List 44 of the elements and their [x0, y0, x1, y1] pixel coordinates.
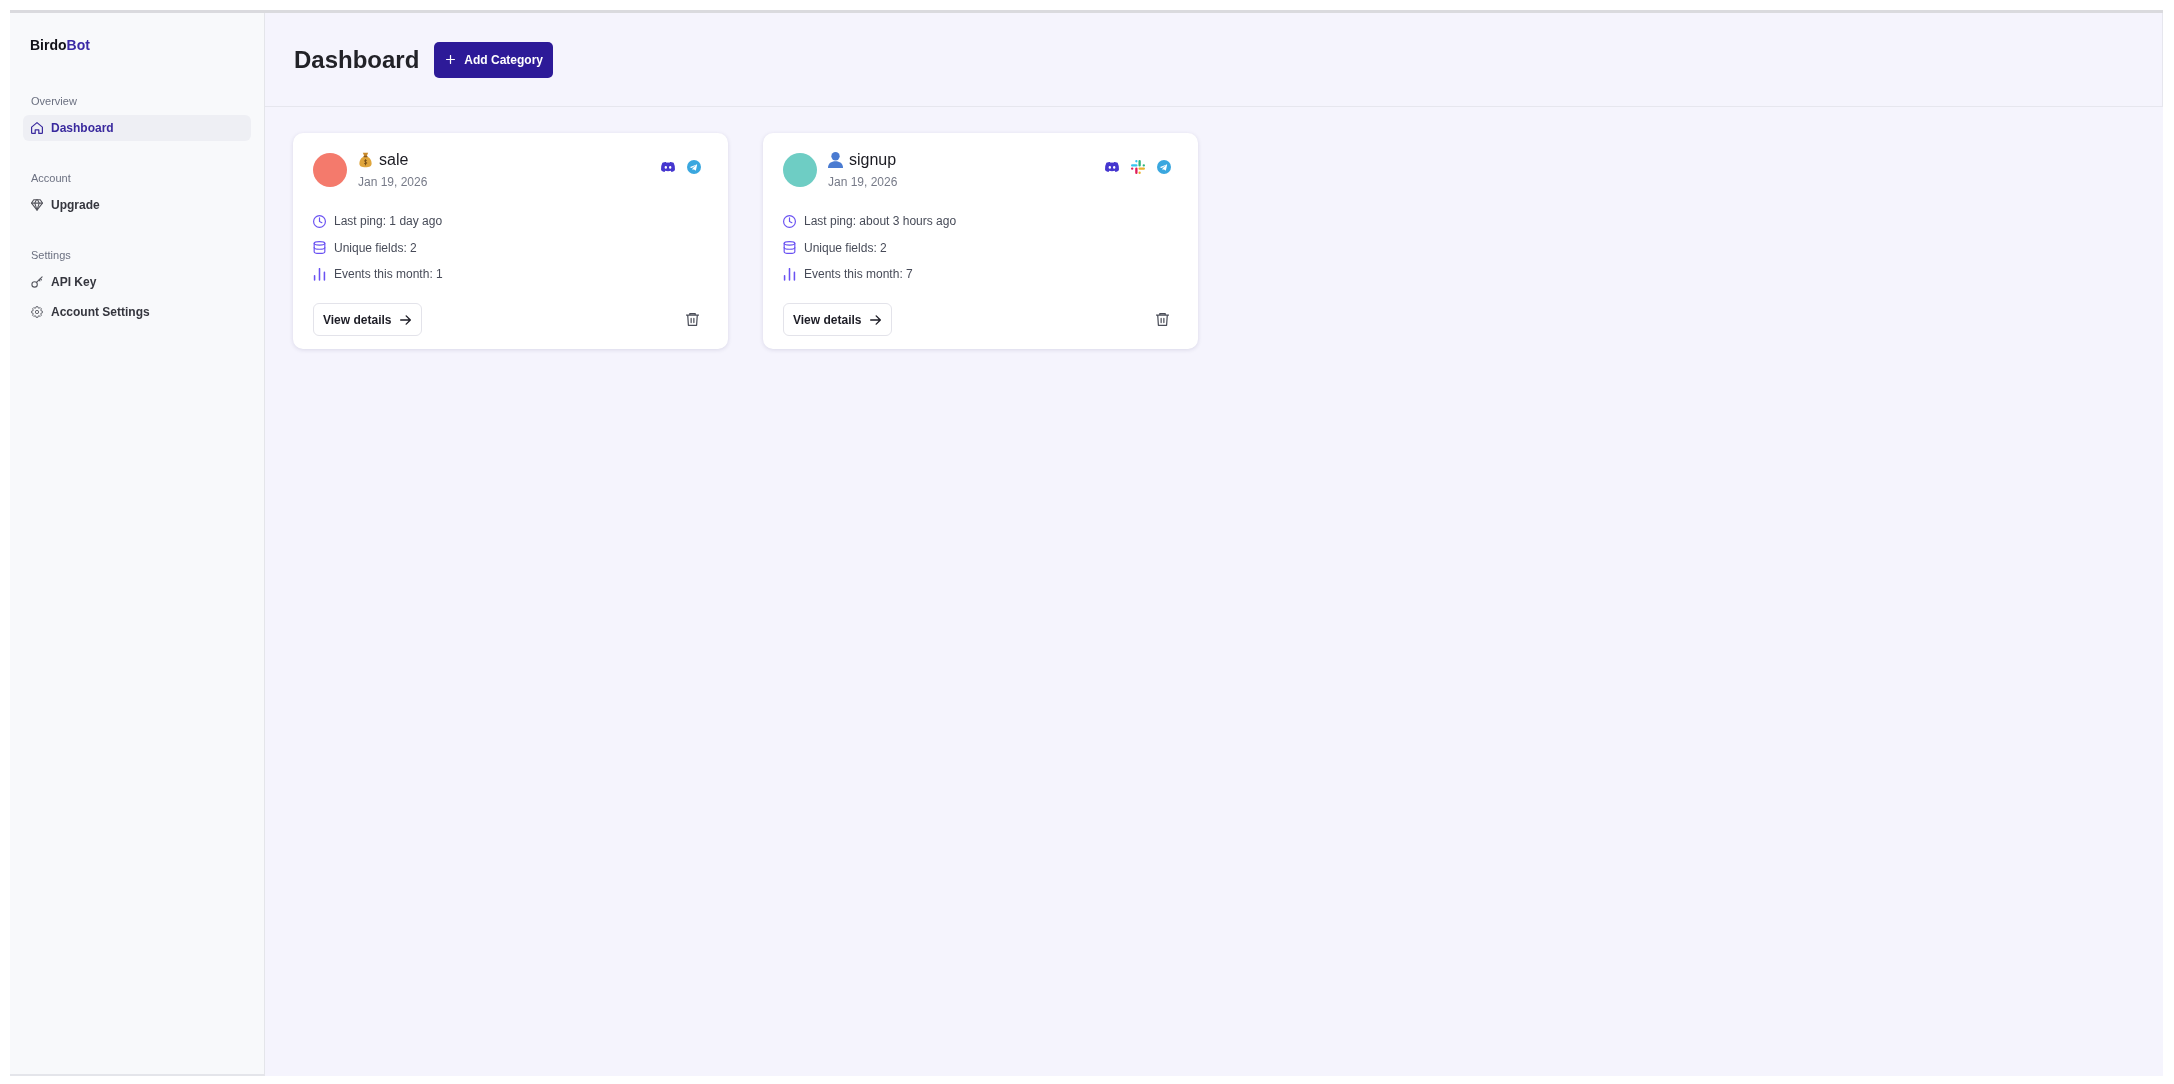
stat-text: Unique fields: 2: [804, 239, 887, 257]
view-details-button[interactable]: View details: [313, 303, 423, 336]
gear-icon: [31, 306, 43, 318]
category-name: signup: [849, 150, 897, 169]
paper-plane-icon: [1157, 160, 1171, 174]
money-bag-icon: [358, 151, 373, 168]
bar-chart-icon: [313, 267, 326, 281]
category-date: Jan 19, 2026: [828, 174, 898, 191]
stat-text: Last ping: about 3 hours ago: [804, 213, 957, 230]
person-icon: [828, 151, 843, 168]
nav-section-heading: Overview: [31, 94, 77, 109]
clock-icon: [313, 214, 326, 228]
nav-section-heading: Account: [31, 171, 71, 186]
trash-icon[interactable]: [686, 312, 699, 327]
stat-text: Unique fields: 2: [334, 239, 417, 257]
nav-item[interactable]: Upgrade: [23, 192, 251, 218]
nav-item[interactable]: API Key: [23, 269, 251, 295]
bar-chart-icon: [783, 267, 796, 281]
stat-text: Events this month: 1: [334, 266, 443, 283]
nav-item[interactable]: Account Settings: [23, 299, 251, 325]
add-category-button[interactable]: Add Category: [434, 41, 554, 78]
house-icon: [31, 122, 43, 134]
category-date: Jan 19, 2026: [358, 174, 428, 191]
clock-icon: [783, 214, 796, 228]
controller-face-icon: [661, 160, 675, 174]
pinwheel-icon: [1131, 160, 1145, 174]
stat-text: Last ping: 1 day ago: [334, 213, 443, 230]
database-icon: [783, 241, 796, 254]
arrow-icon: [400, 314, 412, 325]
key-icon: [31, 276, 43, 288]
view-details-button[interactable]: View details: [783, 303, 893, 336]
database-icon: [313, 241, 326, 254]
controller-face-icon: [1105, 160, 1119, 174]
trash-icon[interactable]: [1156, 312, 1169, 327]
app-logo: BirdoBot: [30, 36, 90, 55]
nav-item[interactable]: Dashboard: [23, 115, 251, 141]
arrow-icon: [870, 314, 882, 325]
page-title: Dashboard: [294, 44, 420, 75]
paper-plane-icon: [687, 160, 701, 174]
nav-section-heading: Settings: [31, 248, 71, 263]
stat-text: Events this month: 7: [804, 266, 913, 283]
diamond-icon: [31, 199, 43, 211]
category-name: sale: [379, 150, 409, 169]
plus-icon: [446, 55, 456, 64]
